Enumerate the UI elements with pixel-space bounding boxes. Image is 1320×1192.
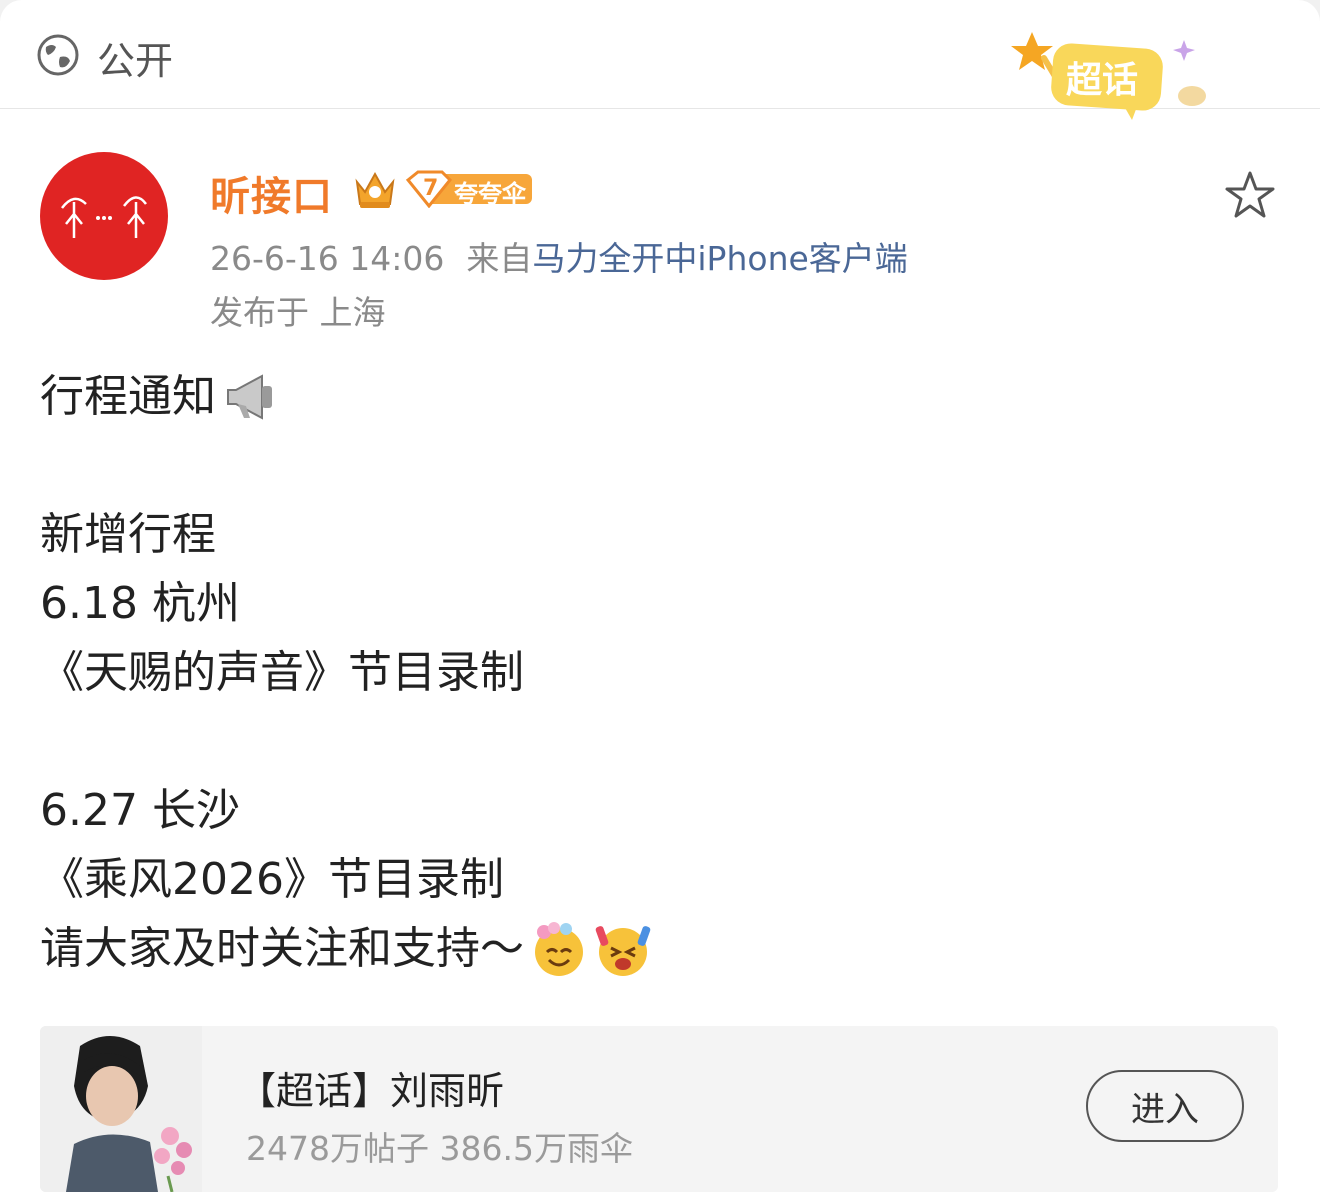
- supertopic-badge[interactable]: 超话: [1004, 28, 1214, 128]
- post-time: 26-6-16 14:06: [210, 239, 445, 278]
- supertopic-card[interactable]: 【超话】刘雨昕 2478万帖子 386.5万雨伞 进入: [40, 1026, 1278, 1192]
- post-line: 6.27 长沙: [40, 785, 240, 836]
- post-line-text: 行程通知: [40, 371, 216, 422]
- post-line-blank: [40, 431, 1280, 500]
- post-line: 新增行程: [40, 509, 216, 560]
- enter-supertopic-button[interactable]: 进入: [1086, 1070, 1244, 1142]
- cheer-emoji: [595, 925, 651, 976]
- globe-icon: [37, 34, 79, 76]
- avatar-drawing: [61, 196, 148, 238]
- post-line-text: 请大家及时关注和支持～: [40, 923, 524, 974]
- post-line: 请大家及时关注和支持～: [40, 914, 1280, 983]
- fan-level-badge[interactable]: 7 夸夸伞: [404, 170, 534, 208]
- fan-level-number: 7: [423, 176, 439, 201]
- post-line: 《乘风2026》节目录制: [40, 854, 504, 905]
- favorite-star-icon[interactable]: [1222, 168, 1278, 224]
- source-prefix: 来自: [466, 239, 533, 278]
- supertopic-thumbnail: [40, 1026, 202, 1192]
- post-line: 《天赐的声音》节目录制: [40, 647, 524, 698]
- supertopic-stats: 2478万帖子 386.5万雨伞: [246, 1129, 633, 1168]
- avatar[interactable]: [40, 152, 168, 280]
- author-name[interactable]: 昕接口: [210, 164, 333, 222]
- post-meta: 26-6-16 14:06 来自马力全开中iPhone客户端: [210, 232, 908, 280]
- supertopic-badge-label: 超话: [1066, 60, 1138, 101]
- post-location: 发布于 上海: [210, 293, 386, 332]
- post-line: 6.18 杭州: [40, 578, 240, 629]
- visibility-bar: 公开 超话: [0, 0, 1320, 120]
- source-device-link[interactable]: 马力全开中iPhone客户端: [532, 239, 907, 278]
- weibo-post-card: 公开 超话 昕接口 7 夸夸伞 26-6-16 14:06 来自马力全开中iPh…: [0, 0, 1320, 1192]
- supertopic-name: 【超话】刘雨昕: [238, 1069, 505, 1113]
- fan-badge-label: 夸夸伞: [454, 180, 526, 208]
- post-body: 行程通知 新增行程 6.18 杭州 《天赐的声音》节目录制 6.27 长沙 《乘…: [40, 362, 1280, 983]
- megaphone-icon: [227, 373, 272, 420]
- crown-icon[interactable]: [352, 166, 398, 210]
- supertopic-portrait-image: [40, 1026, 202, 1192]
- visibility-label[interactable]: 公开: [97, 30, 173, 85]
- flower-smile-emoji: [535, 921, 583, 976]
- post-line-blank: [40, 707, 1280, 776]
- post-line: 行程通知: [40, 362, 1280, 431]
